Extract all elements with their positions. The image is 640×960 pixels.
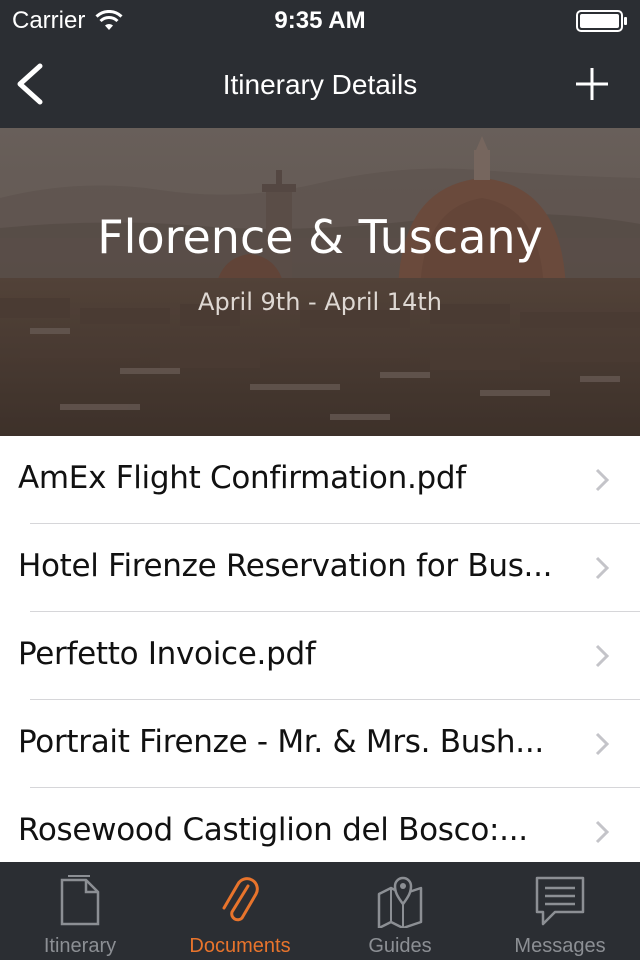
tab-itinerary[interactable]: Itinerary — [0, 862, 160, 960]
list-item[interactable]: Portrait Firenze - Mr. & Mrs. Bush... — [0, 700, 640, 788]
chevron-right-icon — [595, 556, 610, 580]
itinerary-title: Florence & Tuscany — [97, 210, 543, 264]
document-icon — [60, 875, 100, 926]
chevron-right-icon — [595, 468, 610, 492]
tab-bar: Itinerary Documents Guides Messages — [0, 862, 640, 960]
back-button[interactable] — [10, 58, 54, 110]
hero-banner: Florence & Tuscany April 9th - April 14t… — [0, 128, 640, 436]
status-time: 9:35 AM — [274, 7, 366, 34]
status-bar: Carrier 9:35 AM — [0, 0, 640, 40]
tab-messages[interactable]: Messages — [480, 862, 640, 960]
battery-icon — [576, 10, 627, 32]
document-name: Portrait Firenze - Mr. & Mrs. Bush... — [18, 724, 544, 760]
chat-bubble-icon — [535, 876, 585, 926]
tab-label: Messages — [514, 935, 606, 957]
itinerary-dates: April 9th - April 14th — [198, 288, 442, 316]
document-name: Perfetto Invoice.pdf — [18, 636, 316, 672]
list-item[interactable]: Rosewood Castiglion del Bosco:... — [0, 788, 640, 862]
chevron-right-icon — [595, 820, 610, 844]
tab-guides[interactable]: Guides — [320, 862, 480, 960]
document-name: Hotel Firenze Reservation for Bus... — [18, 548, 553, 584]
tab-label: Guides — [368, 935, 432, 957]
nav-bar: Itinerary Details — [0, 40, 640, 128]
list-item[interactable]: Hotel Firenze Reservation for Bus... — [0, 524, 640, 612]
map-pin-icon — [377, 876, 423, 928]
document-name: Rosewood Castiglion del Bosco:... — [18, 812, 528, 848]
chevron-right-icon — [595, 644, 610, 668]
list-item[interactable]: AmEx Flight Confirmation.pdf — [0, 436, 640, 524]
add-button[interactable] — [570, 62, 614, 106]
tab-label: Documents — [189, 935, 291, 957]
page-title: Itinerary Details — [222, 69, 418, 100]
documents-list: AmEx Flight Confirmation.pdf Hotel Firen… — [0, 436, 640, 862]
paperclip-icon — [222, 877, 259, 922]
tab-documents[interactable]: Documents — [160, 862, 320, 960]
chevron-right-icon — [595, 732, 610, 756]
document-name: AmEx Flight Confirmation.pdf — [18, 460, 466, 496]
florence-skyline-image — [0, 128, 640, 436]
tab-label: Itinerary — [43, 935, 117, 957]
list-item[interactable]: Perfetto Invoice.pdf — [0, 612, 640, 700]
